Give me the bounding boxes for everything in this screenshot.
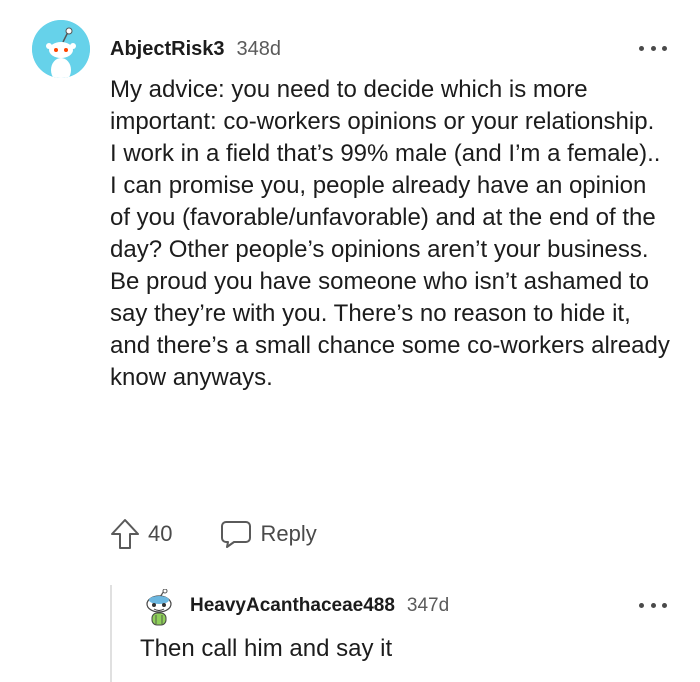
username[interactable]: AbjectRisk3 [110, 38, 225, 61]
avatar[interactable] [32, 20, 90, 78]
comment-actions: 40 Reply [110, 516, 317, 552]
username[interactable]: HeavyAcanthaceae488 [190, 595, 395, 617]
comment-paragraph: I work in a field that’s 99% male (and I… [110, 140, 661, 263]
speech-bubble-icon [221, 521, 252, 548]
comment-age: 347d [406, 595, 450, 616]
comment-paragraph: My advice: you need to decide which is m… [110, 76, 655, 135]
snoo-avatar-icon [146, 588, 172, 626]
reply-body: Then call him and say it [140, 635, 393, 662]
more-options-icon[interactable] [639, 38, 667, 58]
reply-button[interactable]: Reply [220, 519, 317, 549]
reply-header: HeavyAcanthaceae488 347d [190, 595, 449, 617]
comment-age: 348d [236, 38, 282, 60]
reply-comment: HeavyAcanthaceae488 347d Then call him a… [0, 585, 700, 682]
comment-body: My advice: you need to decide which is m… [110, 74, 670, 394]
upvote-arrow-icon [111, 519, 139, 549]
avatar[interactable] [142, 588, 176, 627]
snoo-avatar-icon [32, 20, 90, 78]
upvote-button[interactable]: 40 [110, 518, 172, 550]
vote-count: 40 [148, 521, 173, 546]
comment-header: AbjectRisk3 348d [110, 38, 281, 60]
reply-label: Reply [260, 521, 317, 546]
more-options-icon[interactable] [639, 595, 667, 615]
comment-paragraph: Be proud you have someone who isn’t asha… [110, 268, 670, 391]
